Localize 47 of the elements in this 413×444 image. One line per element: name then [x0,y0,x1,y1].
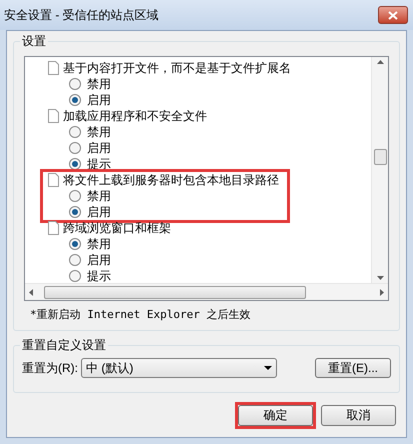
radio-button[interactable] [69,94,81,106]
reset-level-dropdown[interactable]: 中 (默认) [81,358,277,378]
horizontal-scrollbar[interactable] [25,283,388,300]
group-title: 设置 [20,33,48,49]
right-arrow-icon [380,288,384,296]
scroll-thumb[interactable] [44,286,306,298]
dialog-button[interactable]: 取消 [321,404,396,426]
radio-button[interactable] [69,238,81,250]
option-label: 禁用 [87,236,111,253]
up-arrow-icon [376,60,384,64]
radio-button[interactable] [69,270,81,282]
group-title: 重置自定义设置 [20,336,108,352]
option-label: 禁用 [87,76,111,93]
option-label: 禁用 [87,188,111,205]
radio-button[interactable] [69,142,81,154]
document-icon [48,221,59,235]
setting-label: 跨域浏览窗口和框架 [63,220,171,237]
radio-button[interactable] [69,206,81,218]
close-button[interactable] [378,6,408,24]
vertical-scrollbar[interactable] [371,57,388,283]
radio-button[interactable] [69,254,81,266]
radio-button[interactable] [69,190,81,202]
dropdown-arrow-icon [264,366,272,370]
down-arrow-icon [376,276,384,280]
radio-button[interactable] [69,126,81,138]
option-label: 启用 [87,140,111,157]
setting-label: 加载应用程序和不安全文件 [63,108,207,125]
option-label: 启用 [87,92,111,109]
setting-label: 将文件上载到服务器时包含本地目录路径 [63,172,279,189]
reset-label: 重置为(R): [22,360,78,376]
document-icon [48,173,59,187]
dialog-button[interactable]: 确定 [238,404,313,426]
radio-button[interactable] [69,158,81,170]
option-label: 启用 [87,252,111,269]
left-arrow-icon [29,288,33,296]
document-icon [48,61,59,75]
setting-label: 基于内容打开文件，而不是基于文件扩展名 [63,60,291,77]
close-icon [388,10,398,20]
option-label: 启用 [87,204,111,221]
reset-button[interactable]: 重置(E)... [315,358,391,378]
option-label: 提示 [87,268,111,283]
restart-note: *重新启动 Internet Explorer 之后生效 [29,307,252,323]
radio-button[interactable] [69,78,81,90]
window-title: 安全设置 - 受信任的站点区域 [4,7,159,24]
document-icon [48,109,59,123]
scroll-thumb[interactable] [374,149,386,165]
option-label: 禁用 [87,124,111,141]
